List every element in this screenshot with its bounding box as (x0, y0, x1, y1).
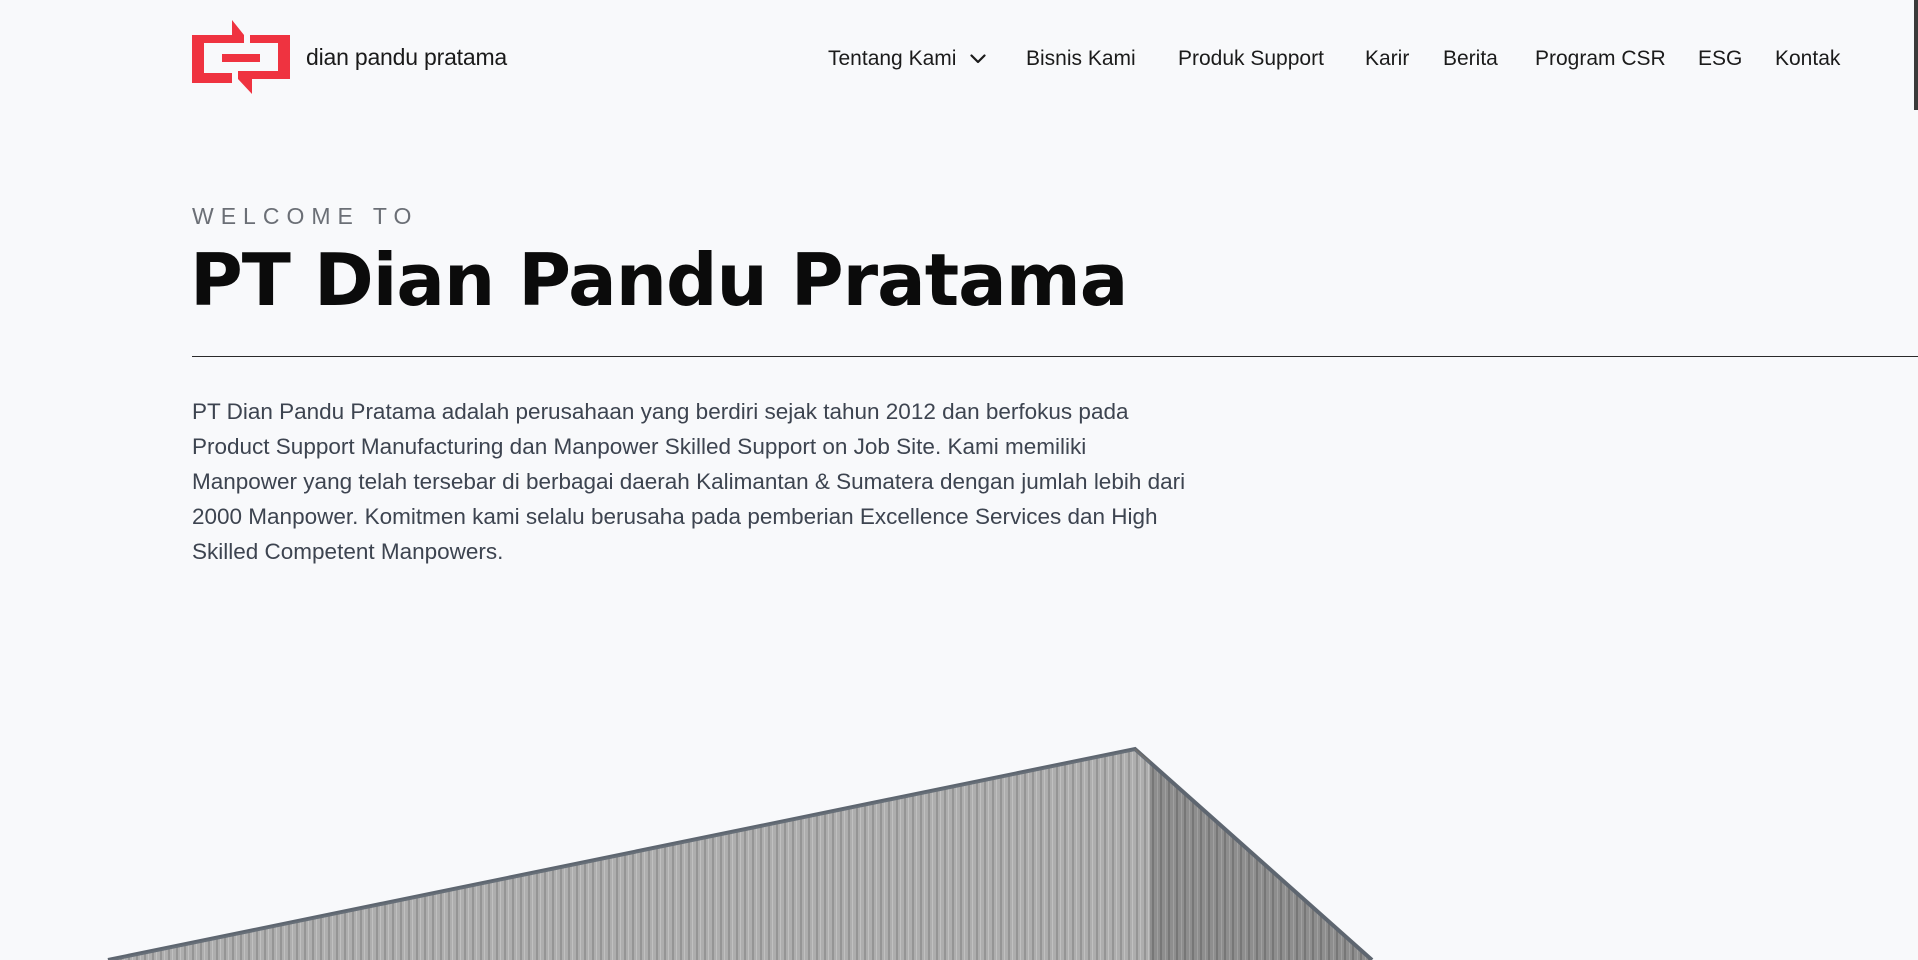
nav-item-label: Berita (1443, 47, 1498, 70)
nav-item-program-csr[interactable]: Program CSR (1535, 44, 1666, 74)
nav-item-kontak[interactable]: Kontak (1775, 44, 1840, 74)
hero-title: PT Dian Pandu Pratama (190, 238, 1128, 322)
nav-item-label: Program CSR (1535, 47, 1666, 70)
nav-item-tentang-kami[interactable]: Tentang Kami (828, 44, 987, 74)
nav-item-label: ESG (1698, 47, 1743, 70)
chevron-down-icon (970, 54, 987, 64)
nav-item-bisnis-kami[interactable]: Bisnis Kami (1026, 44, 1136, 74)
nav-item-label: Produk Support (1178, 47, 1324, 70)
hero-eyebrow: WELCOME TO (192, 203, 419, 229)
main-navigation: Tentang Kami Bisnis Kami Produk Support … (0, 44, 1918, 74)
nav-item-label: Bisnis Kami (1026, 47, 1136, 70)
nav-item-label: Tentang Kami (828, 47, 957, 70)
nav-item-esg[interactable]: ESG (1698, 44, 1742, 74)
page-scrollbar[interactable] (1914, 0, 1918, 110)
nav-item-berita[interactable]: Berita (1443, 44, 1498, 74)
nav-item-produk-support[interactable]: Produk Support (1178, 44, 1324, 74)
nav-item-karir[interactable]: Karir (1365, 44, 1409, 74)
hero-description: PT Dian Pandu Pratama adalah perusahaan … (192, 399, 1186, 564)
hero-divider (192, 356, 1918, 357)
nav-item-label: Kontak (1775, 47, 1841, 70)
warehouse-roof-image (107, 746, 1374, 960)
nav-item-label: Karir (1365, 47, 1410, 70)
